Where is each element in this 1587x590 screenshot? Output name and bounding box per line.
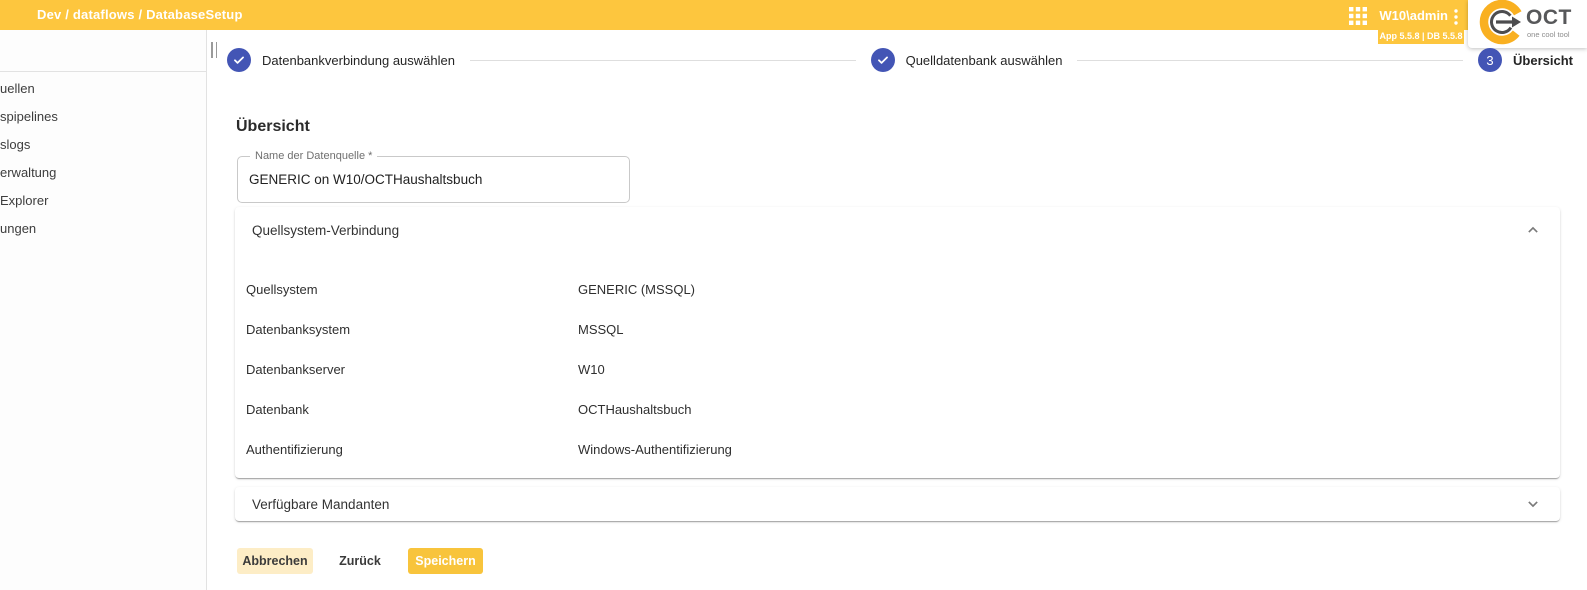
- detail-row: Datenbank OCTHaushaltsbuch: [235, 389, 1560, 429]
- sidebar-header: [0, 30, 206, 72]
- tenants-panel: Verfügbare Mandanten: [235, 487, 1560, 521]
- step-3-label: Übersicht: [1513, 53, 1573, 68]
- step-2-check-icon: [871, 48, 895, 72]
- name-field-input[interactable]: [249, 158, 619, 201]
- step-1-check-icon: [227, 48, 251, 72]
- save-button[interactable]: Speichern: [408, 548, 483, 574]
- kebab-menu-icon[interactable]: [1450, 8, 1462, 26]
- row-value: Windows-Authentifizierung: [578, 442, 732, 457]
- row-value: GENERIC (MSSQL): [578, 282, 695, 297]
- app-version-label: App 5.5.8 | DB 5.5.8: [1378, 31, 1464, 41]
- sidebar-item-explorer[interactable]: Explorer: [0, 187, 206, 215]
- tenants-panel-title: Verfügbare Mandanten: [252, 497, 389, 512]
- back-button[interactable]: Zurück: [332, 548, 388, 574]
- sidebar-item-quellen[interactable]: uellen: [0, 75, 206, 103]
- logo-tagline: one cool tool: [1527, 30, 1570, 39]
- step-1-label: Datenbankverbindung auswählen: [262, 53, 455, 68]
- stepper-connector: [470, 60, 856, 61]
- step-2-quelldatenbank[interactable]: Quelldatenbank auswählen: [871, 48, 1063, 72]
- detail-row: Quellsystem GENERIC (MSSQL): [235, 269, 1560, 309]
- row-label: Quellsystem: [246, 282, 578, 297]
- apps-grid-icon[interactable]: [1348, 6, 1368, 26]
- connection-panel-title: Quellsystem-Verbindung: [252, 223, 399, 238]
- step-3-uebersicht[interactable]: 3 Übersicht: [1478, 48, 1573, 72]
- sidebar-item-pipelines[interactable]: spipelines: [0, 103, 206, 131]
- sidebar-nav: uellen spipelines slogs erwaltung Explor…: [0, 72, 206, 243]
- wizard-stepper: Datenbankverbindung auswählen Quelldaten…: [227, 46, 1573, 74]
- row-value: MSSQL: [578, 322, 624, 337]
- step-1-datenbankverbindung[interactable]: Datenbankverbindung auswählen: [227, 48, 455, 72]
- name-field: Name der Datenquelle *: [237, 156, 630, 203]
- breadcrumb: Dev / dataflows / DatabaseSetup: [37, 7, 243, 22]
- connection-panel: Quellsystem-Verbindung Quellsystem GENER…: [235, 207, 1560, 478]
- row-label: Authentifizierung: [246, 442, 578, 457]
- step-3-number: 3: [1478, 48, 1502, 72]
- logo-wordmark: OCT: [1526, 6, 1572, 30]
- oct-logo-icon: [1476, 0, 1528, 48]
- row-label: Datenbanksystem: [246, 322, 578, 337]
- chevron-up-icon: [1523, 220, 1543, 240]
- page-title: Übersicht: [236, 118, 310, 136]
- row-value: W10: [578, 362, 605, 377]
- sidebar-item-verwaltung[interactable]: erwaltung: [0, 159, 206, 187]
- chevron-down-icon: [1523, 494, 1543, 514]
- grid-icon-glyph: [1348, 6, 1368, 26]
- connection-panel-body: Quellsystem GENERIC (MSSQL) Datenbanksys…: [235, 253, 1560, 483]
- connection-panel-header[interactable]: Quellsystem-Verbindung: [235, 207, 1560, 253]
- cancel-button[interactable]: Abbrechen: [237, 548, 313, 574]
- stepper-connector: [1077, 60, 1463, 61]
- sidebar-resize-handle[interactable]: [211, 42, 221, 58]
- row-label: Datenbank: [246, 402, 578, 417]
- detail-row: Authentifizierung Windows-Authentifizier…: [235, 429, 1560, 469]
- step-2-label: Quelldatenbank auswählen: [906, 53, 1063, 68]
- row-label: Datenbankserver: [246, 362, 578, 377]
- sidebar: uellen spipelines slogs erwaltung Explor…: [0, 30, 207, 590]
- tenants-panel-header[interactable]: Verfügbare Mandanten: [235, 487, 1560, 521]
- sidebar-item-einstellungen[interactable]: ungen: [0, 215, 206, 243]
- detail-row: Datenbankserver W10: [235, 349, 1560, 389]
- row-value: OCTHaushaltsbuch: [578, 402, 691, 417]
- sidebar-item-logs[interactable]: slogs: [0, 131, 206, 159]
- oct-logo[interactable]: OCT one cool tool: [1468, 0, 1587, 48]
- user-menu[interactable]: W10\admin App 5.5.8 | DB 5.5.8: [1378, 0, 1464, 44]
- username-label: W10\admin: [1378, 8, 1448, 23]
- detail-row: Datenbanksystem MSSQL: [235, 309, 1560, 349]
- action-buttons: Abbrechen Zurück Speichern: [237, 548, 483, 574]
